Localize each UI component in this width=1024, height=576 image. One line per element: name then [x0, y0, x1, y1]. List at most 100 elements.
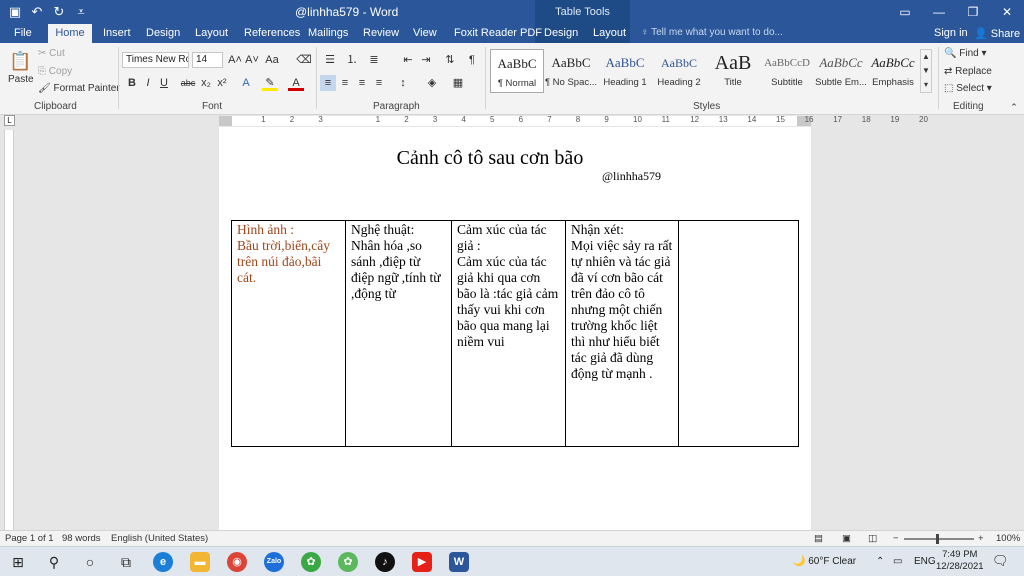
show-formatting-marks-icon[interactable]: ¶: [464, 52, 480, 68]
decrease-indent-icon[interactable]: ⇤: [400, 52, 416, 68]
tab-layout[interactable]: Layout: [195, 24, 228, 43]
grow-font-icon[interactable]: A˄: [227, 52, 243, 68]
shrink-font-icon[interactable]: A˅: [244, 52, 260, 68]
select-button[interactable]: ⬚ Select ▾: [944, 83, 992, 94]
sort-icon[interactable]: ⇅: [442, 52, 458, 68]
bullets-icon[interactable]: ☰: [322, 52, 338, 68]
youtube-icon[interactable]: ▶: [412, 552, 432, 572]
subscript-icon[interactable]: x₂: [198, 75, 214, 91]
edge-icon[interactable]: e: [153, 552, 173, 572]
style-heading-1[interactable]: AaBbC Heading 1: [598, 49, 652, 93]
shading-icon[interactable]: ◈: [424, 75, 440, 91]
zoom-slider-thumb[interactable]: [936, 534, 939, 544]
print-layout-icon[interactable]: ▣: [842, 533, 851, 544]
style-subtle-emphasis[interactable]: AaBbCc Subtle Em...: [814, 49, 868, 93]
cortana-icon[interactable]: ○: [80, 552, 100, 572]
tiktok-icon[interactable]: ♪: [375, 552, 395, 572]
notifications-icon[interactable]: 🗨: [992, 553, 1009, 569]
word-count[interactable]: 98 words: [62, 533, 101, 544]
text-effects-icon[interactable]: A: [238, 75, 254, 91]
clear-formatting-icon[interactable]: ⌫: [296, 52, 312, 68]
tab-references[interactable]: References: [244, 24, 300, 43]
document-page[interactable]: Cảnh cô tô sau cơn bão @linhha579 Hình ả…: [219, 127, 811, 530]
find-button[interactable]: 🔍 Find ▾: [944, 48, 987, 59]
multilevel-list-icon[interactable]: ≣: [366, 52, 382, 68]
italic-icon[interactable]: I: [140, 75, 156, 91]
line-spacing-icon[interactable]: ↕: [395, 75, 411, 91]
chrome-icon[interactable]: ◉: [227, 552, 247, 572]
font-color-icon[interactable]: A: [288, 75, 304, 91]
paste-icon[interactable]: 📋: [9, 49, 31, 73]
tab-mailings[interactable]: Mailings: [308, 24, 348, 43]
bold-icon[interactable]: B: [124, 75, 140, 91]
tab-design[interactable]: Design: [146, 24, 180, 43]
highlight-icon[interactable]: ✎: [262, 75, 278, 91]
task-view-icon[interactable]: ⧉: [116, 552, 136, 572]
file-explorer-icon[interactable]: ▬: [190, 552, 210, 572]
align-right-icon[interactable]: ≡: [354, 75, 370, 91]
restore-button[interactable]: ❐: [956, 0, 990, 24]
zoom-level[interactable]: 100%: [996, 533, 1020, 544]
tab-selector[interactable]: L: [4, 115, 15, 126]
tab-table-layout[interactable]: Layout: [593, 24, 626, 43]
paste-button[interactable]: Paste: [8, 74, 34, 85]
table-cell[interactable]: Nghệ thuật: Nhân hóa ,so sánh ,điệp từ đ…: [345, 220, 452, 447]
document-author-line[interactable]: @linhha579: [602, 169, 661, 184]
superscript-icon[interactable]: x²: [214, 75, 230, 91]
style-no-spacing[interactable]: AaBbC ¶ No Spac...: [544, 49, 598, 93]
tab-table-design[interactable]: Design: [544, 24, 578, 43]
style-subtitle[interactable]: AaBbCcD Subtitle: [760, 49, 814, 93]
font-size-combo[interactable]: 14: [192, 52, 223, 68]
tab-view[interactable]: View: [413, 24, 437, 43]
clock[interactable]: 7:49 PM 12/28/2021: [936, 549, 984, 573]
format-painter-button[interactable]: 🖌 Format Painter: [38, 83, 120, 94]
collapse-ribbon-icon[interactable]: ⌃: [1006, 99, 1022, 115]
save-icon[interactable]: ▣: [6, 3, 24, 21]
tab-foxit-reader-pdf[interactable]: Foxit Reader PDF: [454, 24, 542, 43]
search-icon[interactable]: ⚲: [44, 552, 64, 572]
zoom-out-icon[interactable]: −: [893, 533, 899, 544]
document-heading[interactable]: Cảnh cô tô sau cơn bão: [219, 147, 761, 170]
numbering-icon[interactable]: ⒈: [344, 52, 360, 68]
weather-widget[interactable]: 🌙 60°F Clear: [793, 556, 856, 567]
language-indicator[interactable]: English (United States): [111, 533, 208, 544]
tab-file[interactable]: File: [14, 24, 34, 43]
ribbon-display-options-icon[interactable]: ▭: [888, 0, 922, 24]
app-icon[interactable]: ✿: [301, 552, 321, 572]
tab-review[interactable]: Review: [363, 24, 399, 43]
page-count[interactable]: Page 1 of 1: [5, 533, 54, 544]
customize-qat-icon[interactable]: ⩡: [72, 3, 90, 21]
change-case-icon[interactable]: Aa: [264, 52, 280, 68]
style-heading-2[interactable]: AaBbC Heading 2: [652, 49, 706, 93]
align-center-icon[interactable]: ≡: [337, 75, 353, 91]
word-icon[interactable]: W: [449, 552, 469, 572]
app-icon[interactable]: ✿: [338, 552, 358, 572]
font-name-combo[interactable]: Times New Ro: [122, 52, 189, 68]
increase-indent-icon[interactable]: ⇥: [418, 52, 434, 68]
borders-icon[interactable]: ▦: [450, 75, 466, 91]
input-language[interactable]: ENG: [914, 556, 936, 567]
tab-insert[interactable]: Insert: [103, 24, 131, 43]
zalo-icon[interactable]: Zalo: [264, 552, 284, 572]
tell-me-box[interactable]: ♀ Tell me what you want to do...: [641, 27, 783, 38]
table-cell[interactable]: [678, 220, 799, 447]
replace-button[interactable]: ⇄ Replace: [944, 66, 992, 77]
style-normal[interactable]: AaBbC ¶ Normal: [490, 49, 544, 93]
sign-in-link[interactable]: Sign in: [934, 27, 968, 39]
table-cell[interactable]: Hình ảnh : Bầu trời,biển,cây trên núi đả…: [231, 220, 346, 447]
style-title[interactable]: AaB Title: [706, 49, 760, 93]
minimize-button[interactable]: —: [922, 0, 956, 24]
align-left-icon[interactable]: ≡: [320, 75, 336, 91]
table-cell[interactable]: Nhận xét: Mọi việc sảy ra rất tự nhiên v…: [565, 220, 679, 447]
style-emphasis[interactable]: AaBbCc Emphasis: [866, 49, 920, 93]
web-layout-icon[interactable]: ◫: [868, 533, 877, 544]
document-table[interactable]: Hình ảnh : Bầu trời,biển,cây trên núi đả…: [231, 220, 799, 447]
copy-button[interactable]: ⎘ Copy: [38, 66, 72, 77]
styles-scroll-icon[interactable]: ▲ ▼ ▾: [920, 49, 932, 93]
show-hidden-icons-icon[interactable]: ⌃: [876, 556, 884, 567]
battery-icon[interactable]: ▭: [893, 556, 902, 567]
zoom-slider[interactable]: [904, 538, 974, 540]
cut-button[interactable]: ✂ Cut: [38, 48, 65, 59]
windows-start-icon[interactable]: ⊞: [8, 552, 28, 572]
zoom-in-icon[interactable]: +: [978, 533, 984, 544]
